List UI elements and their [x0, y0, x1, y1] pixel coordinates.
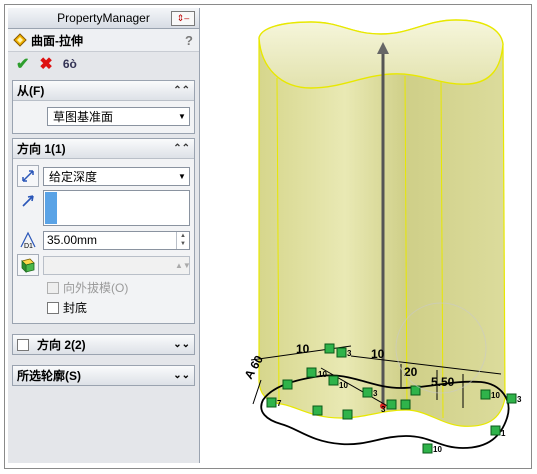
from-group-header[interactable]: 从(F) ⌃⌃	[13, 81, 194, 101]
contours-group-header[interactable]: 所选轮廓(S) ⌄⌄	[12, 365, 195, 386]
model-view[interactable]: A 60 10 10 20 5.50 10 3 10 3 7 3 10 10 3…	[201, 8, 529, 466]
spin-arrows-icon[interactable]: ▲ ▼	[176, 231, 189, 249]
direction1-group-title: 方向 1(1)	[17, 142, 66, 156]
depth-dimension-icon: D1	[17, 229, 39, 251]
reverse-direction-icon[interactable]	[17, 165, 39, 187]
from-select-value: 草图基准面	[53, 110, 114, 124]
from-group-title: 从(F)	[17, 84, 45, 98]
depth-input[interactable]: 35.00mm ▲ ▼	[43, 230, 190, 250]
draft-icon[interactable]	[17, 254, 39, 276]
help-button[interactable]: ?	[185, 33, 193, 48]
expand-icon[interactable]: ⌄⌄	[173, 370, 190, 381]
checkbox-box[interactable]	[47, 301, 59, 314]
list-selection-highlight	[45, 192, 57, 224]
dimension-label[interactable]: 10	[296, 342, 310, 356]
panel-title-bar: PropertyManager ⇕‒	[8, 8, 199, 29]
end-condition-value: 给定深度	[49, 169, 98, 184]
contours-group-title: 所选轮廓(S)	[17, 369, 81, 383]
collapse-icon[interactable]: ⌃⌃	[173, 85, 190, 96]
end-condition-select[interactable]: 给定深度 ▼	[43, 166, 190, 186]
from-group: 从(F) ⌃⌃ 草图基准面 ▼	[12, 80, 195, 134]
direction2-checkbox[interactable]	[17, 338, 29, 351]
relation-label: 3	[381, 405, 386, 414]
relation-label: 10	[433, 445, 442, 454]
pin-icon[interactable]: ⇕‒	[171, 11, 195, 26]
relation-label: 3	[373, 389, 378, 398]
relation-label: 3	[347, 349, 352, 358]
relation-label: 3	[517, 395, 522, 404]
direction2-group-title: 方向 2(2)	[37, 338, 86, 352]
relation-label: 10	[318, 370, 327, 379]
chevron-down-icon: ▼	[178, 112, 186, 121]
expand-icon[interactable]: ⌄⌄	[173, 339, 190, 350]
cap-end-label: 封底	[63, 301, 88, 315]
property-manager-panel: PropertyManager ⇕‒ 曲面-拉伸 ? ✔ ✖ 6ò 从(F) ⌃…	[8, 8, 200, 463]
draft-outward-checkbox: 向外拔模(O)	[47, 279, 190, 296]
dimension-label[interactable]: 5.50	[431, 375, 455, 389]
relation-label: 7	[277, 399, 282, 408]
chevron-down-icon: ▼	[178, 171, 186, 181]
dimension-label[interactable]: 10	[371, 347, 385, 361]
depth-value: 35.00mm	[47, 233, 98, 247]
checkbox-box	[47, 281, 59, 294]
direction-arrow-icon[interactable]	[17, 190, 39, 212]
relation-label: 10	[339, 381, 348, 390]
draft-outward-label: 向外拔模(O)	[63, 281, 129, 295]
cap-end-checkbox[interactable]: 封底	[47, 299, 190, 316]
svg-text:D1: D1	[24, 243, 33, 250]
relation-label: 1	[501, 429, 506, 438]
collapse-icon[interactable]: ⌃⌃	[173, 143, 190, 154]
panel-title: PropertyManager	[57, 11, 150, 25]
from-select[interactable]: 草图基准面 ▼	[47, 107, 190, 126]
spin-arrows-icon: ▲▼	[175, 260, 191, 270]
ok-button[interactable]: ✔	[16, 54, 29, 74]
draft-angle-input: ▲▼	[43, 255, 191, 275]
graphics-viewport[interactable]: A 60 10 10 20 5.50 10 3 10 3 7 3 10 10 3…	[201, 8, 529, 466]
preview-button[interactable]: 6ò	[63, 57, 77, 71]
direction1-group: 方向 1(1) ⌃⌃ 给定深度 ▼ D1 35.00mm ▲ ▼ ▲▼ 向外拔模…	[12, 138, 195, 324]
window-frame: PropertyManager ⇕‒ 曲面-拉伸 ? ✔ ✖ 6ò 从(F) ⌃…	[4, 4, 532, 469]
direction1-group-header[interactable]: 方向 1(1) ⌃⌃	[13, 139, 194, 159]
feature-header: 曲面-拉伸 ?	[8, 29, 199, 52]
cancel-button[interactable]: ✖	[39, 54, 52, 74]
direction2-group-header[interactable]: 方向 2(2) ⌄⌄	[12, 334, 195, 355]
direction-reference-list[interactable]	[43, 190, 190, 226]
action-bar: ✔ ✖ 6ò	[8, 52, 199, 76]
feature-name: 曲面-拉伸	[31, 33, 83, 48]
surface-extrude-icon	[13, 33, 27, 47]
relation-label: 10	[491, 391, 500, 400]
